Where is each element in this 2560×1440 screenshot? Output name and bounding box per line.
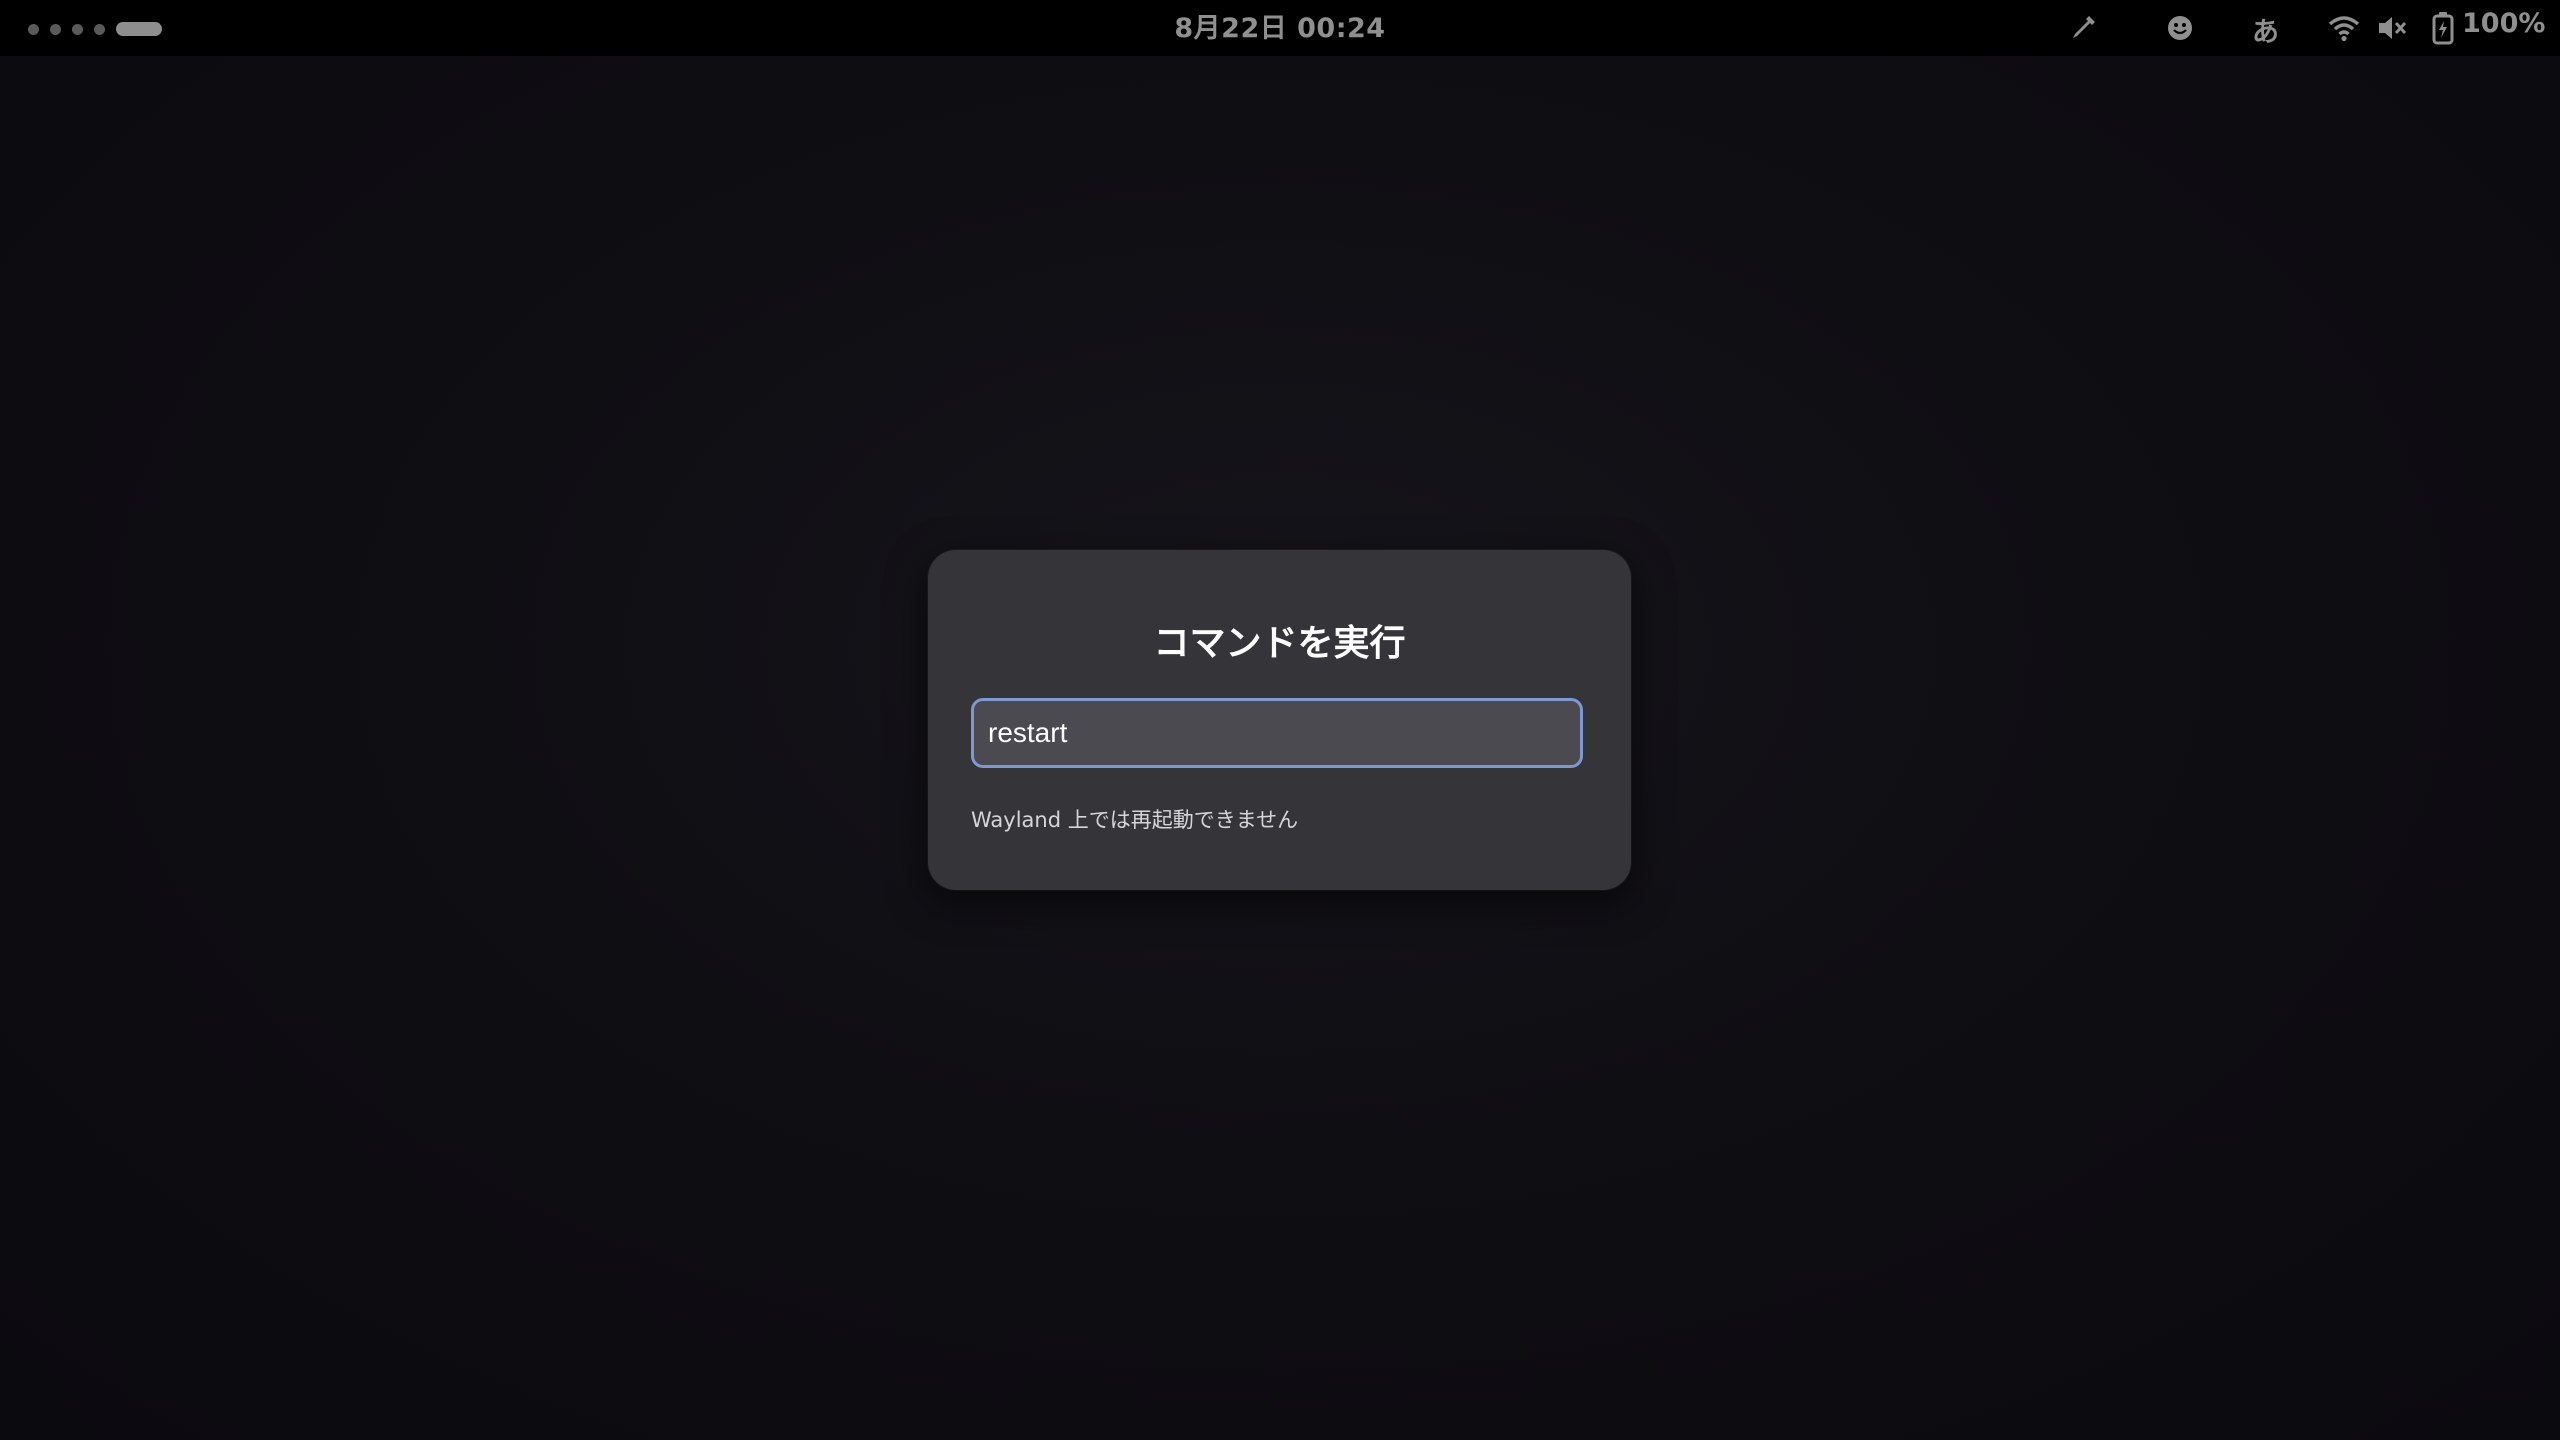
battery-icon[interactable] bbox=[2431, 11, 2455, 45]
wifi-icon[interactable] bbox=[2328, 14, 2360, 42]
run-command-dialog: コマンドを実行 Wayland 上では再起動できません bbox=[928, 550, 1631, 890]
command-input[interactable] bbox=[971, 698, 1583, 768]
workspace-indicator[interactable] bbox=[28, 22, 162, 36]
volume-muted-icon[interactable] bbox=[2377, 14, 2409, 42]
battery-percentage: 100% bbox=[2462, 8, 2546, 39]
workspace-dot[interactable] bbox=[72, 23, 83, 35]
date-time-clock[interactable]: 8月22日 00:24 bbox=[1080, 0, 1480, 56]
error-message: Wayland 上では再起動できません bbox=[971, 808, 1299, 832]
input-method-indicator[interactable]: あ bbox=[2252, 10, 2279, 49]
dialog-title: コマンドを実行 bbox=[1153, 623, 1406, 664]
top-bar: 8月22日 00:24 あ 100% bbox=[0, 0, 2560, 56]
active-workspace-pill[interactable] bbox=[116, 22, 162, 36]
emoji-icon[interactable] bbox=[2165, 13, 2195, 43]
workspace-dot[interactable] bbox=[28, 23, 39, 35]
workspace-dot[interactable] bbox=[50, 23, 61, 35]
pipette-icon[interactable] bbox=[2067, 12, 2099, 44]
workspace-dot[interactable] bbox=[94, 23, 105, 35]
